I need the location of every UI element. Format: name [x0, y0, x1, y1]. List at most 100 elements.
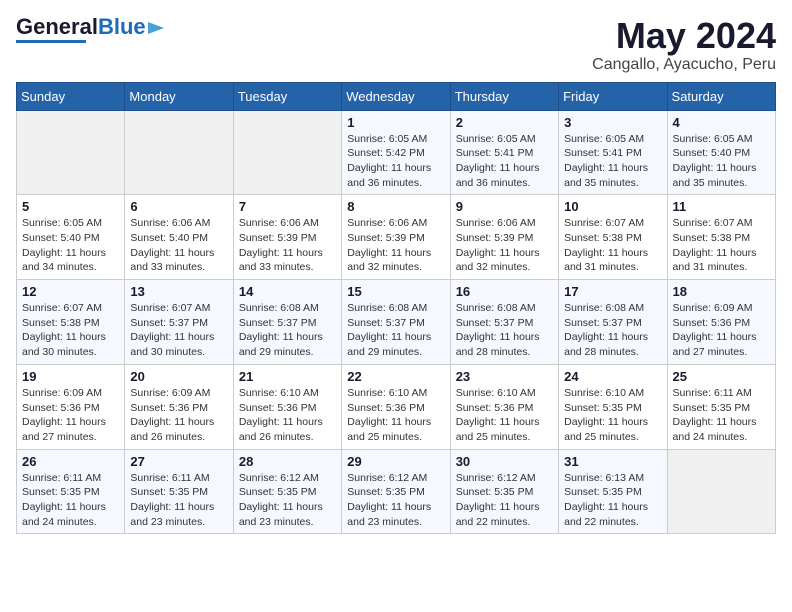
day-number-19: 19 — [22, 369, 119, 384]
weekday-header-sunday: Sunday — [17, 82, 125, 110]
day-number-8: 8 — [347, 199, 444, 214]
day-number-12: 12 — [22, 284, 119, 299]
day-info-7: Sunrise: 6:06 AM Sunset: 5:39 PM Dayligh… — [239, 216, 336, 275]
day-cell-4: 4Sunrise: 6:05 AM Sunset: 5:40 PM Daylig… — [667, 110, 775, 195]
week-row-1: 1Sunrise: 6:05 AM Sunset: 5:42 PM Daylig… — [17, 110, 776, 195]
day-number-27: 27 — [130, 454, 227, 469]
day-number-21: 21 — [239, 369, 336, 384]
day-info-20: Sunrise: 6:09 AM Sunset: 5:36 PM Dayligh… — [130, 386, 227, 445]
day-cell-10: 10 Sunrise: 6:07 AM Sunset: 5:38 PM Dayli… — [559, 195, 667, 280]
day-info-26: Sunrise: 6:11 AM Sunset: 5:35 PM Dayligh… — [22, 471, 119, 530]
empty-cell — [125, 110, 233, 195]
day-info-27: Sunrise: 6:11 AM Sunset: 5:35 PM Dayligh… — [130, 471, 227, 530]
calendar-table: SundayMondayTuesdayWednesdayThursdayFrid… — [16, 82, 776, 535]
day-cell-21: 21 Sunrise: 6:10 AM Sunset: 5:36 PM Dayli… — [233, 364, 341, 449]
day-cell-5: 5 Sunrise: 6:05 AM Sunset: 5:40 PM Daylig… — [17, 195, 125, 280]
day-cell-25: 25 Sunrise: 6:11 AM Sunset: 5:35 PM Dayli… — [667, 364, 775, 449]
day-number-31: 31 — [564, 454, 661, 469]
day-number-20: 20 — [130, 369, 227, 384]
day-cell-23: 23Sunrise: 6:10 AM Sunset: 5:36 PM Dayli… — [450, 364, 558, 449]
logo-arrow-icon — [148, 20, 168, 36]
day-number-22: 22 — [347, 369, 444, 384]
empty-cell — [233, 110, 341, 195]
logo-blue: Blue — [98, 14, 146, 39]
day-cell-17: 17 Sunrise: 6:08 AM Sunset: 5:37 PM Dayli… — [559, 280, 667, 365]
empty-cell — [667, 449, 775, 534]
day-info-24: Sunrise: 6:10 AM Sunset: 5:35 PM Dayligh… — [564, 386, 661, 445]
day-info-11: Sunrise: 6:07 AM Sunset: 5:38 PM Dayligh… — [673, 216, 770, 275]
day-cell-22: 22Sunrise: 6:10 AM Sunset: 5:36 PM Dayli… — [342, 364, 450, 449]
location: Cangallo, Ayacucho, Peru — [592, 56, 776, 74]
day-number-26: 26 — [22, 454, 119, 469]
day-number-28: 28 — [239, 454, 336, 469]
day-number-30: 30 — [456, 454, 553, 469]
day-number-10: 10 — [564, 199, 661, 214]
day-number-7: 7 — [239, 199, 336, 214]
day-cell-30: 30 Sunrise: 6:12 AM Sunset: 5:35 PM Dayli… — [450, 449, 558, 534]
logo-underline — [16, 40, 86, 43]
day-number-11: 11 — [673, 199, 770, 214]
day-info-19: Sunrise: 6:09 AM Sunset: 5:36 PM Dayligh… — [22, 386, 119, 445]
day-number-5: 5 — [22, 199, 119, 214]
weekday-header-saturday: Saturday — [667, 82, 775, 110]
logo-text: GeneralBlue — [16, 16, 146, 38]
day-info-2: Sunrise: 6:05 AM Sunset: 5:41 PM Dayligh… — [456, 132, 553, 191]
day-info-21: Sunrise: 6:10 AM Sunset: 5:36 PM Dayligh… — [239, 386, 336, 445]
day-cell-24: 24 Sunrise: 6:10 AM Sunset: 5:35 PM Dayli… — [559, 364, 667, 449]
day-number-16: 16 — [456, 284, 553, 299]
day-number-24: 24 — [564, 369, 661, 384]
week-row-3: 12Sunrise: 6:07 AM Sunset: 5:38 PM Dayli… — [17, 280, 776, 365]
day-cell-8: 8 Sunrise: 6:06 AM Sunset: 5:39 PM Daylig… — [342, 195, 450, 280]
day-number-23: 23 — [456, 369, 553, 384]
page-header: GeneralBlue May 2024 Cangallo, Ayacucho,… — [16, 16, 776, 74]
day-info-8: Sunrise: 6:06 AM Sunset: 5:39 PM Dayligh… — [347, 216, 444, 275]
day-info-25: Sunrise: 6:11 AM Sunset: 5:35 PM Dayligh… — [673, 386, 770, 445]
day-cell-28: 28 Sunrise: 6:12 AM Sunset: 5:35 PM Dayli… — [233, 449, 341, 534]
week-row-5: 26 Sunrise: 6:11 AM Sunset: 5:35 PM Dayli… — [17, 449, 776, 534]
week-row-4: 19 Sunrise: 6:09 AM Sunset: 5:36 PM Dayli… — [17, 364, 776, 449]
day-cell-11: 11 Sunrise: 6:07 AM Sunset: 5:38 PM Dayli… — [667, 195, 775, 280]
title-block: May 2024 Cangallo, Ayacucho, Peru — [592, 16, 776, 74]
day-info-1: Sunrise: 6:05 AM Sunset: 5:42 PM Dayligh… — [347, 132, 444, 191]
day-info-17: Sunrise: 6:08 AM Sunset: 5:37 PM Dayligh… — [564, 301, 661, 360]
day-number-6: 6 — [130, 199, 227, 214]
day-info-13: Sunrise: 6:07 AM Sunset: 5:37 PM Dayligh… — [130, 301, 227, 360]
day-cell-14: 14Sunrise: 6:08 AM Sunset: 5:37 PM Dayli… — [233, 280, 341, 365]
day-number-9: 9 — [456, 199, 553, 214]
logo: GeneralBlue — [16, 16, 168, 43]
day-cell-16: 16Sunrise: 6:08 AM Sunset: 5:37 PM Dayli… — [450, 280, 558, 365]
empty-cell — [17, 110, 125, 195]
day-cell-13: 13Sunrise: 6:07 AM Sunset: 5:37 PM Dayli… — [125, 280, 233, 365]
day-cell-7: 7 Sunrise: 6:06 AM Sunset: 5:39 PM Daylig… — [233, 195, 341, 280]
day-number-4: 4 — [673, 115, 770, 130]
day-info-18: Sunrise: 6:09 AM Sunset: 5:36 PM Dayligh… — [673, 301, 770, 360]
day-info-28: Sunrise: 6:12 AM Sunset: 5:35 PM Dayligh… — [239, 471, 336, 530]
day-number-3: 3 — [564, 115, 661, 130]
logo-general: General — [16, 14, 98, 39]
day-info-10: Sunrise: 6:07 AM Sunset: 5:38 PM Dayligh… — [564, 216, 661, 275]
day-cell-20: 20 Sunrise: 6:09 AM Sunset: 5:36 PM Dayli… — [125, 364, 233, 449]
weekday-header-friday: Friday — [559, 82, 667, 110]
day-info-6: Sunrise: 6:06 AM Sunset: 5:40 PM Dayligh… — [130, 216, 227, 275]
day-cell-26: 26 Sunrise: 6:11 AM Sunset: 5:35 PM Dayli… — [17, 449, 125, 534]
day-number-14: 14 — [239, 284, 336, 299]
day-cell-1: 1Sunrise: 6:05 AM Sunset: 5:42 PM Daylig… — [342, 110, 450, 195]
weekday-header-row: SundayMondayTuesdayWednesdayThursdayFrid… — [17, 82, 776, 110]
weekday-header-monday: Monday — [125, 82, 233, 110]
weekday-header-wednesday: Wednesday — [342, 82, 450, 110]
day-cell-29: 29Sunrise: 6:12 AM Sunset: 5:35 PM Dayli… — [342, 449, 450, 534]
day-cell-9: 9Sunrise: 6:06 AM Sunset: 5:39 PM Daylig… — [450, 195, 558, 280]
weekday-header-tuesday: Tuesday — [233, 82, 341, 110]
day-cell-27: 27 Sunrise: 6:11 AM Sunset: 5:35 PM Dayli… — [125, 449, 233, 534]
day-info-15: Sunrise: 6:08 AM Sunset: 5:37 PM Dayligh… — [347, 301, 444, 360]
day-info-5: Sunrise: 6:05 AM Sunset: 5:40 PM Dayligh… — [22, 216, 119, 275]
day-info-30: Sunrise: 6:12 AM Sunset: 5:35 PM Dayligh… — [456, 471, 553, 530]
day-cell-3: 3 Sunrise: 6:05 AM Sunset: 5:41 PM Daylig… — [559, 110, 667, 195]
day-cell-31: 31Sunrise: 6:13 AM Sunset: 5:35 PM Dayli… — [559, 449, 667, 534]
day-cell-2: 2Sunrise: 6:05 AM Sunset: 5:41 PM Daylig… — [450, 110, 558, 195]
day-number-17: 17 — [564, 284, 661, 299]
month-title: May 2024 — [592, 16, 776, 56]
day-number-25: 25 — [673, 369, 770, 384]
day-info-29: Sunrise: 6:12 AM Sunset: 5:35 PM Dayligh… — [347, 471, 444, 530]
day-info-3: Sunrise: 6:05 AM Sunset: 5:41 PM Dayligh… — [564, 132, 661, 191]
